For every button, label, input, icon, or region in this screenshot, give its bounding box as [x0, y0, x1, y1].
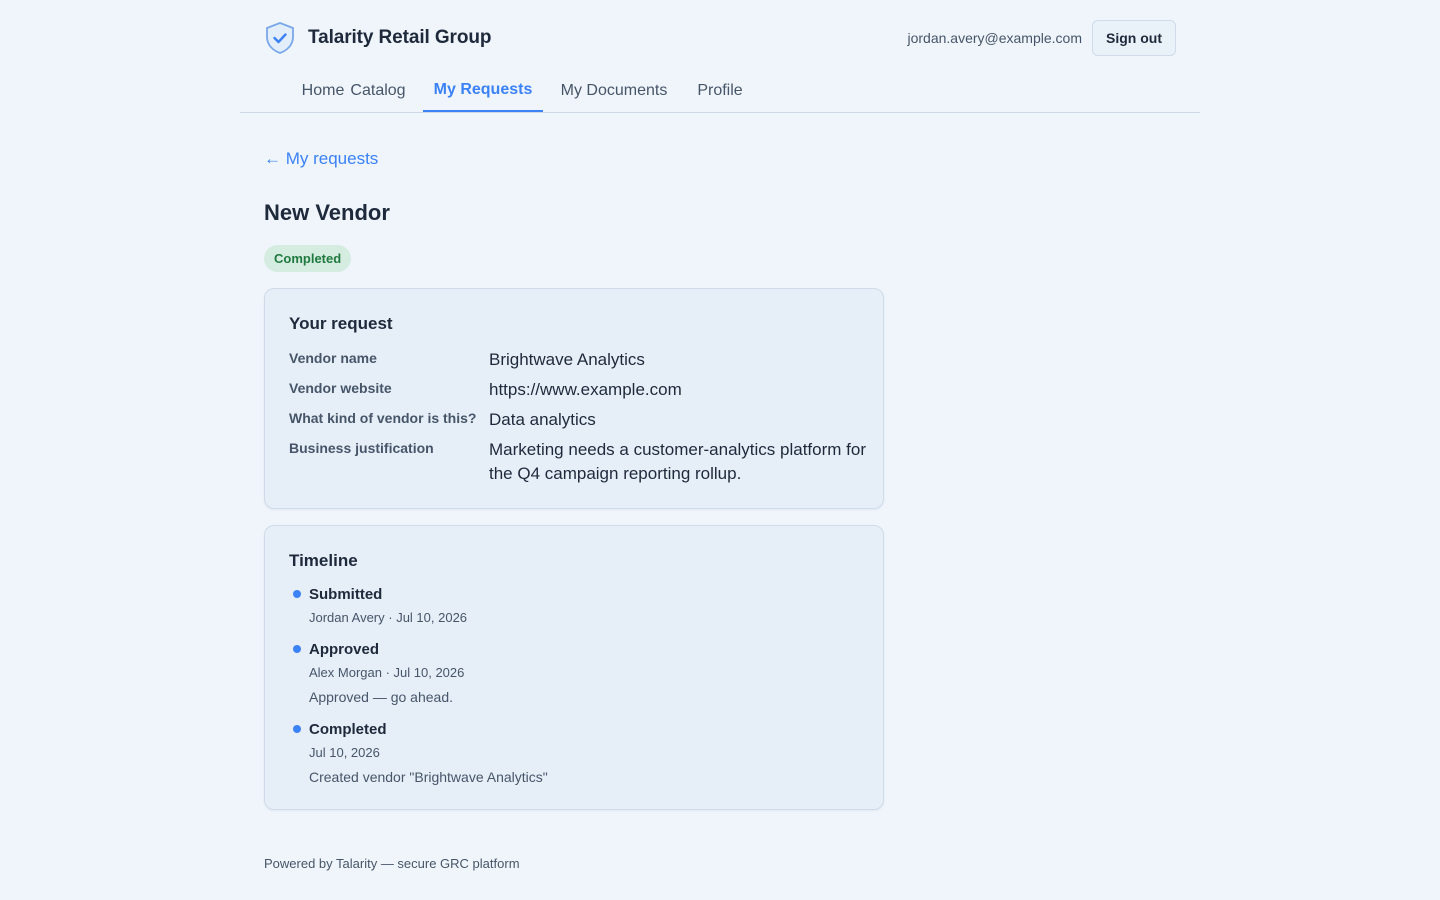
timeline-event-meta: Jordan Avery · Jul 10, 2026 [309, 610, 468, 625]
field-label-vendor-website: Vendor website [289, 380, 392, 396]
request-card: Your request Vendor name Brightwave Anal… [264, 288, 884, 509]
tab-catalog[interactable]: Catalog [336, 70, 420, 112]
main-nav: Home Catalog My Requests My Documents Pr… [240, 70, 1200, 113]
field-label-business-justification: Business justification [289, 440, 434, 456]
timeline-event-meta: Jul 10, 2026 [309, 745, 380, 760]
timeline-event-note: Approved — go ahead. [309, 689, 453, 705]
brand[interactable]: Talarity Retail Group [264, 21, 491, 55]
app-header: Talarity Retail Group jordan.avery@examp… [240, 0, 1200, 76]
timeline-event-title: Submitted [309, 586, 383, 603]
timeline-dot-icon [293, 590, 301, 598]
page: Talarity Retail Group jordan.avery@examp… [240, 0, 1200, 900]
field-value-vendor-name: Brightwave Analytics [489, 350, 645, 369]
field-value-vendor-kind: Data analytics [489, 410, 596, 429]
timeline-card-title: Timeline [289, 551, 358, 570]
tab-profile[interactable]: Profile [685, 70, 755, 112]
timeline-dot-icon [293, 645, 301, 653]
status-badge: Completed [264, 245, 352, 272]
timeline-event-note: Created vendor "Brightwave Analytics" [309, 769, 548, 785]
tab-my-documents[interactable]: My Documents [547, 70, 681, 112]
timeline-event-meta: Alex Morgan · Jul 10, 2026 [309, 665, 465, 680]
shield-check-icon [264, 21, 296, 55]
user-email: jordan.avery@example.com [907, 30, 1082, 46]
user-area: jordan.avery@example.com Sign out [907, 20, 1176, 56]
footer-text: Powered by Talarity — secure GRC platfor… [264, 856, 520, 871]
field-label-vendor-name: Vendor name [289, 350, 377, 366]
back-to-requests-link[interactable]: ← My requests [264, 149, 378, 169]
page-title: New Vendor [264, 200, 390, 225]
field-value-business-justification: Marketing needs a customer-analytics pla… [489, 440, 866, 483]
brand-name: Talarity Retail Group [308, 27, 492, 48]
timeline-event-title: Completed [309, 721, 387, 738]
timeline-card: Timeline Submitted Jordan Avery · Jul 10… [264, 525, 884, 810]
timeline-event-title: Approved [309, 641, 380, 658]
sign-out-button[interactable]: Sign out [1092, 20, 1176, 56]
timeline-dot-icon [293, 725, 301, 733]
tab-my-requests[interactable]: My Requests [423, 70, 543, 112]
request-card-title: Your request [289, 314, 393, 333]
field-label-vendor-kind: What kind of vendor is this? [289, 410, 477, 426]
field-value-vendor-website: https://www.example.com [489, 380, 682, 399]
